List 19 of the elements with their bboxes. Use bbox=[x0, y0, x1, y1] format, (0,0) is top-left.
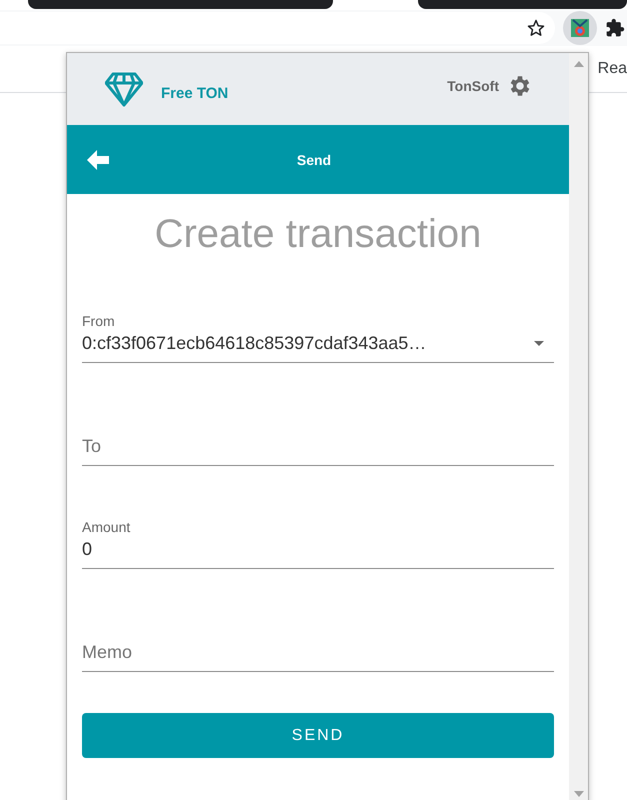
input-field[interactable]: 0 bbox=[82, 539, 554, 560]
puzzle-icon[interactable] bbox=[605, 18, 625, 38]
dropdown-caret-icon bbox=[534, 341, 544, 346]
input-field[interactable]: Memo bbox=[82, 642, 554, 663]
field-label: From bbox=[82, 313, 116, 329]
send-button[interactable]: SEND bbox=[82, 713, 554, 758]
back-button[interactable] bbox=[87, 150, 109, 170]
brand-name: Free TON bbox=[161, 84, 230, 102]
star-icon[interactable] bbox=[527, 19, 545, 37]
bookmark-label[interactable]: Rea bbox=[598, 60, 627, 78]
page-title: Send bbox=[296, 152, 332, 168]
form-heading: Create transaction bbox=[154, 212, 482, 257]
field-label: Amount bbox=[82, 519, 132, 535]
extension-icon[interactable] bbox=[563, 11, 597, 45]
account-select[interactable]: 0:cf33f0671ecb64618c85397cdaf343aa5… bbox=[82, 333, 526, 354]
diamond-logo-icon bbox=[105, 70, 143, 108]
account-name: TonSoft bbox=[447, 78, 499, 94]
input-field[interactable]: To bbox=[82, 436, 554, 457]
scrollbar[interactable] bbox=[569, 53, 588, 800]
